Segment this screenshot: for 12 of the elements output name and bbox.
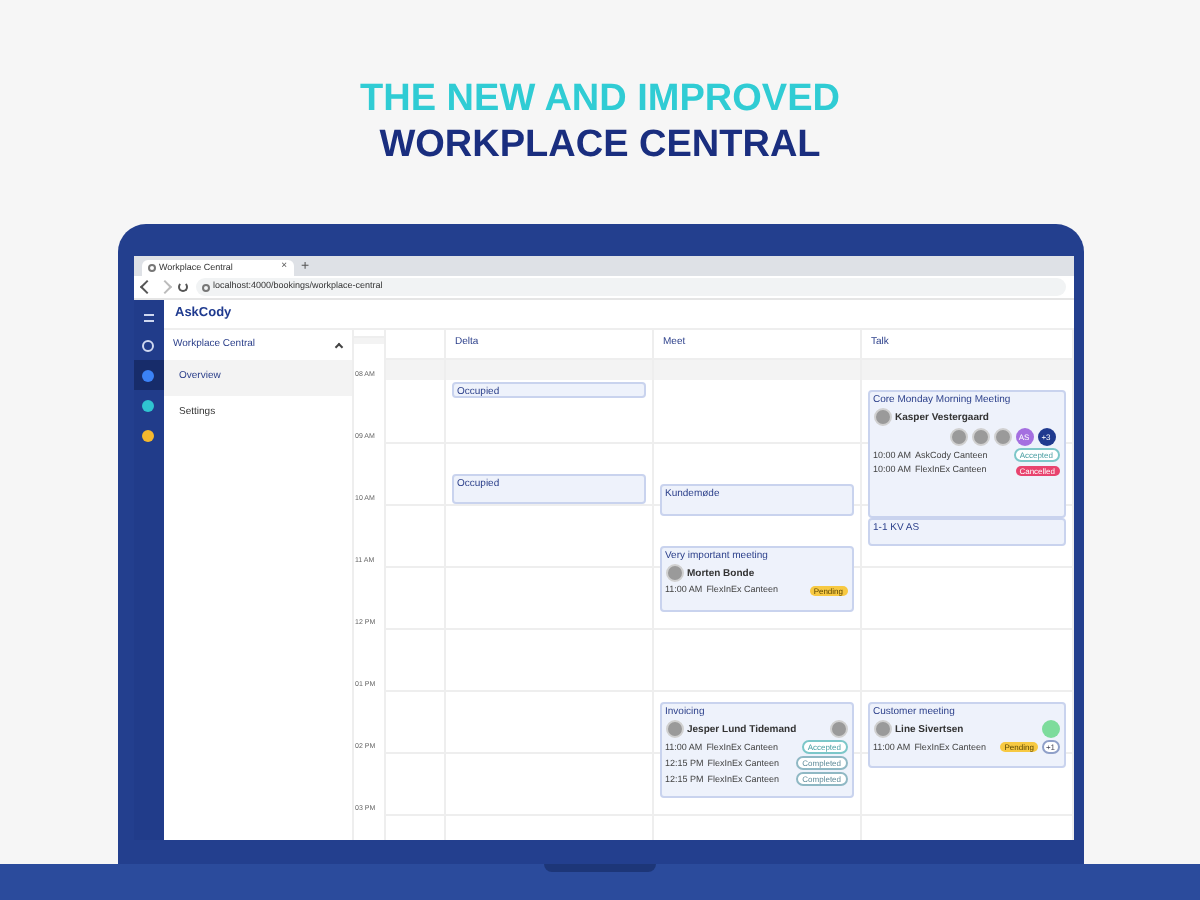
- avatar: [873, 408, 891, 426]
- headline: WORKPLACE CENTRAL: [379, 122, 821, 168]
- avatar: [873, 720, 891, 738]
- avatar: [665, 564, 683, 582]
- avatar: [829, 720, 847, 738]
- avatar: [665, 720, 683, 738]
- reload-icon[interactable]: [177, 282, 187, 292]
- headline: THE NEW AND IMPROVED: [360, 76, 840, 122]
- menu-icon[interactable]: [143, 314, 153, 322]
- globe-icon: [147, 264, 155, 272]
- info-icon: [201, 283, 209, 291]
- rail-item[interactable]: [133, 360, 163, 390]
